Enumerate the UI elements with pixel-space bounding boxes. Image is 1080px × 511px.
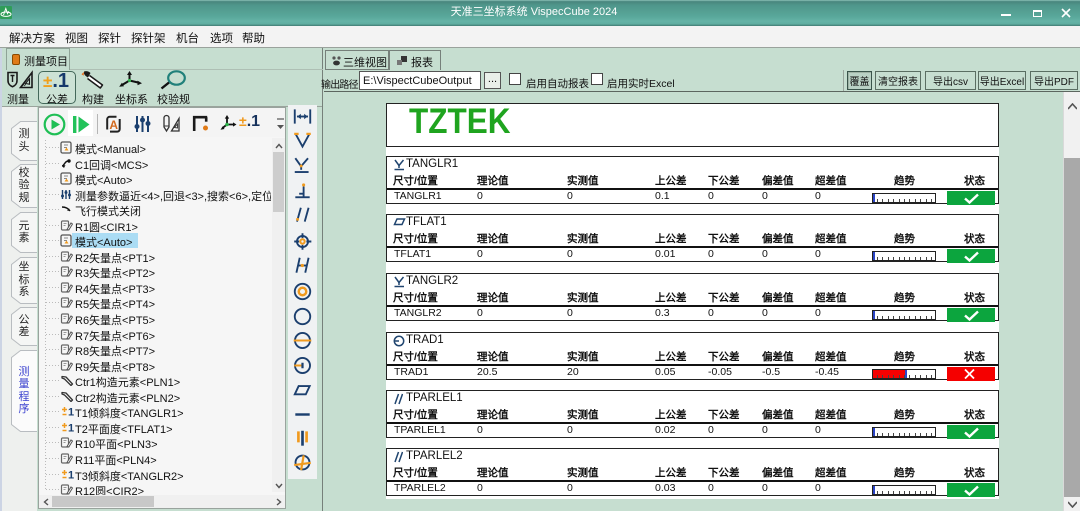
svg-text:A: A — [109, 118, 118, 132]
svg-text:1: 1 — [68, 470, 74, 481]
svg-text:1: 1 — [68, 423, 74, 434]
svg-text:1: 1 — [68, 407, 74, 418]
